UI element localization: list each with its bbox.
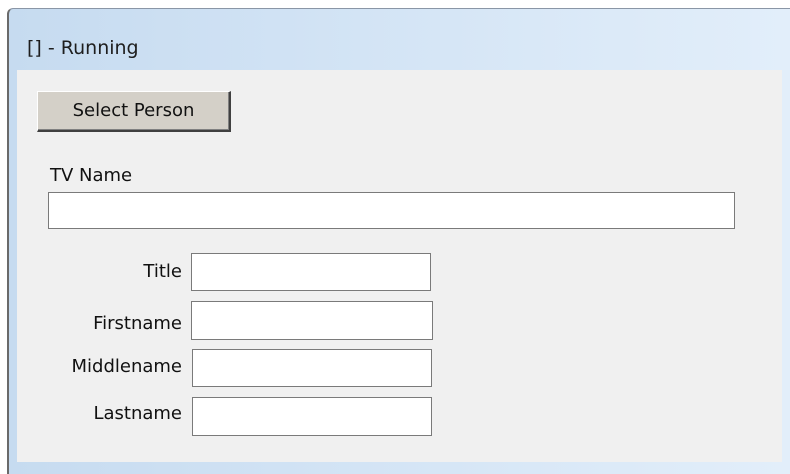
title-bar[interactable]: [] - Running	[9, 9, 790, 70]
firstname-input[interactable]	[191, 301, 433, 340]
select-person-button[interactable]: Select Person	[37, 91, 231, 132]
app-window: [] - Running Select Person TV Name Title…	[7, 8, 790, 474]
middlename-input[interactable]	[192, 349, 432, 387]
window-title: [] - Running	[27, 37, 139, 59]
form-panel: Select Person TV Name Title Firstname Mi…	[17, 70, 782, 462]
tv-name-label: TV Name	[50, 165, 133, 186]
middlename-label: Middlename	[71, 356, 182, 377]
lastname-label: Lastname	[93, 403, 182, 424]
firstname-label: Firstname	[93, 313, 182, 334]
title-label: Title	[143, 261, 182, 282]
lastname-input[interactable]	[192, 397, 432, 436]
tv-name-input[interactable]	[48, 192, 735, 229]
title-input[interactable]	[191, 253, 431, 291]
